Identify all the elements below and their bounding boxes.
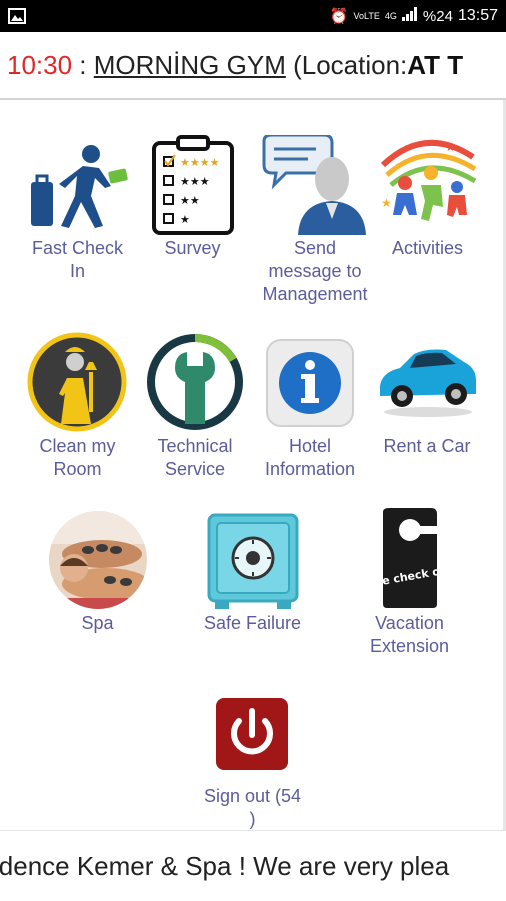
svg-text:★★★★: ★★★★ <box>180 156 220 169</box>
sign-out-button[interactable]: Sign out (54 ) <box>190 695 315 830</box>
hotel-information-button[interactable]: Hotel Information <box>255 330 365 490</box>
status-bar: ⏰ VoLTE 4G %24 13:57 <box>0 0 506 32</box>
spa-massage-icon <box>48 510 148 615</box>
rent-a-car-button[interactable]: Rent a Car <box>372 330 482 490</box>
wrench-gauge-icon <box>145 332 245 437</box>
safe-icon <box>207 513 299 616</box>
hotel-information-label: Hotel Information <box>264 436 356 479</box>
welcome-marquee-text: sidence Kemer & Spa ! We are very plea <box>0 851 450 881</box>
clean-room-button[interactable]: Clean my Room <box>20 330 135 490</box>
power-icon <box>215 697 289 776</box>
spa-label: Spa <box>81 613 114 633</box>
fast-check-in-label: Fast Check In <box>31 238 124 281</box>
technical-service-label: Technical Service <box>157 436 233 479</box>
ticker-location-value: AT T <box>407 50 464 80</box>
ticker-event-link[interactable]: MORNİNG GYM <box>94 50 286 80</box>
clock: 13:57 <box>457 7 498 24</box>
gallery-icon <box>8 8 26 28</box>
activities-label: Activities <box>391 238 463 258</box>
activities-people-icon: ★ ★ <box>375 135 480 240</box>
survey-clipboard-icon: ★★★★ ★★★ ★★ ★ <box>150 135 236 240</box>
signal-icon <box>401 7 418 25</box>
fast-check-in-button[interactable]: Fast Check In <box>20 135 135 285</box>
survey-label: Survey <box>164 238 221 258</box>
sign-out-label: Sign out (54 ) <box>203 786 302 829</box>
housekeeping-icon <box>27 332 127 437</box>
ticker-location-label: (Location: <box>285 50 408 80</box>
survey-button[interactable]: ★★★★ ★★★ ★★ ★ Survey <box>140 135 245 285</box>
battery-percent: %24 <box>422 7 453 25</box>
ticker-separator: : <box>72 50 94 80</box>
traveler-icon <box>25 140 130 240</box>
network-type: 4G <box>384 10 397 21</box>
send-message-button[interactable]: Send message to Management <box>255 133 375 310</box>
volte-label: VoLTE <box>353 10 380 21</box>
ticker-time: 10:30 <box>7 50 73 80</box>
info-icon <box>265 338 355 433</box>
safe-failure-label: Safe Failure <box>203 613 302 633</box>
send-message-label: Send message to Management <box>262 238 368 304</box>
vacation-extension-button[interactable]: late check out Vacation Extension <box>352 508 467 668</box>
spa-button[interactable]: Spa <box>40 508 155 648</box>
technical-service-button[interactable]: Technical Service <box>140 330 250 490</box>
svg-text:★: ★ <box>445 140 456 154</box>
svg-text:★: ★ <box>180 213 190 226</box>
safe-failure-button[interactable]: Safe Failure <box>195 508 310 648</box>
svg-text:★★: ★★ <box>180 194 200 207</box>
vacation-extension-label: Vacation Extension <box>369 613 450 656</box>
svg-text:★★★: ★★★ <box>180 175 210 188</box>
car-icon <box>376 340 478 425</box>
message-person-icon <box>260 133 370 240</box>
schedule-ticker: 10:30 : MORNİNG GYM (Location:AT T <box>0 32 506 100</box>
welcome-marquee: sidence Kemer & Spa ! We are very plea <box>0 830 506 901</box>
door-hanger-icon: late check out <box>365 508 454 615</box>
svg-text:★: ★ <box>381 196 392 210</box>
activities-button[interactable]: ★ ★ Activities <box>375 135 480 285</box>
clean-room-label: Clean my Room <box>39 436 116 479</box>
alarm-icon: ⏰ <box>329 8 349 25</box>
rent-a-car-label: Rent a Car <box>383 436 471 456</box>
